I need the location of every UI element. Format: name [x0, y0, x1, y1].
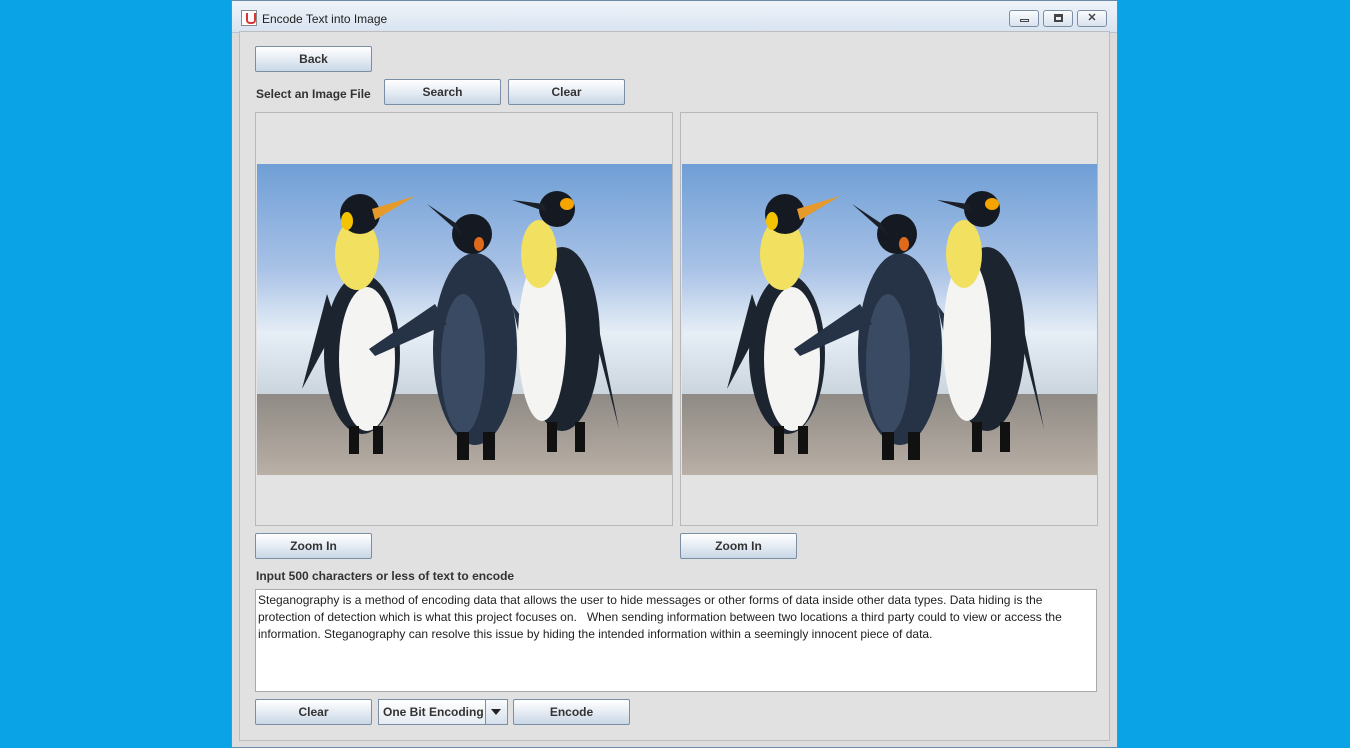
close-icon[interactable]: ✕: [1077, 10, 1107, 27]
title-bar[interactable]: Encode Text into Image ✕: [232, 1, 1117, 33]
clear-text-button[interactable]: Clear: [255, 699, 372, 725]
message-textarea[interactable]: Steganography is a method of encoding da…: [255, 589, 1097, 692]
clear-image-button[interactable]: Clear: [508, 79, 625, 105]
encoded-image: [682, 164, 1097, 475]
encoding-selected-value: One Bit Encoding: [383, 705, 484, 719]
zoom-in-encoded-button[interactable]: Zoom In: [680, 533, 797, 559]
encode-button[interactable]: Encode: [513, 699, 630, 725]
original-image-panel: [255, 112, 673, 526]
encoding-select[interactable]: One Bit Encoding: [378, 699, 508, 725]
encoded-image-panel: [680, 112, 1098, 526]
chevron-down-icon[interactable]: [485, 700, 507, 724]
zoom-in-original-button[interactable]: Zoom In: [255, 533, 372, 559]
select-image-label: Select an Image File: [256, 87, 371, 101]
content-panel: Back Select an Image File Search Clear Z…: [239, 31, 1110, 741]
minimize-icon[interactable]: [1009, 10, 1039, 27]
encode-window: Encode Text into Image ✕ Back Select an …: [231, 0, 1118, 748]
maximize-icon[interactable]: [1043, 10, 1073, 27]
window-title: Encode Text into Image: [262, 12, 388, 26]
input-prompt-label: Input 500 characters or less of text to …: [256, 569, 515, 583]
original-image: [257, 164, 672, 475]
search-button[interactable]: Search: [384, 79, 501, 105]
back-button[interactable]: Back: [255, 46, 372, 72]
java-app-icon: [241, 10, 257, 26]
